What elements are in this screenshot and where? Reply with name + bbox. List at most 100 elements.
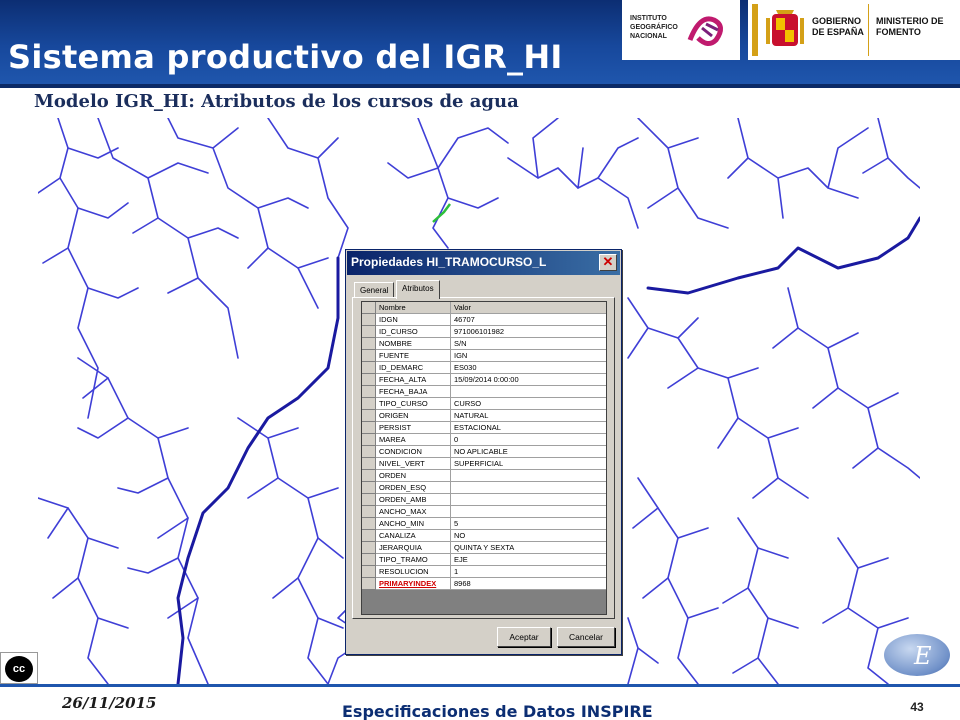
tab-general[interactable]: General <box>354 282 395 298</box>
attribute-name-cell: CONDICION <box>376 446 451 458</box>
attribute-name-cell: TIPO_CURSO <box>376 398 451 410</box>
attribute-name-cell: FECHA_BAJA <box>376 386 451 398</box>
attributes-panel: Nombre Valor IDGN 46707 ID_CURSO 9710061019… <box>352 297 615 619</box>
attribute-name-cell: NOMBRE <box>376 338 451 350</box>
page-number: 43 <box>910 700 924 714</box>
dialog-title: Propiedades HI_TRAMOCURSO_L <box>351 255 547 269</box>
attribute-value-cell[interactable]: 971006101982 <box>451 326 606 338</box>
row-handle[interactable] <box>362 506 376 518</box>
attribute-name-cell: PRIMARYINDEX <box>376 578 451 590</box>
attribute-name-cell: ORDEN_AMB <box>376 494 451 506</box>
attribute-value-cell[interactable]: NO APLICABLE <box>451 446 606 458</box>
footer-line <box>0 684 960 687</box>
attribute-name-cell: NIVEL_VERT <box>376 458 451 470</box>
tab-atributos[interactable]: Atributos <box>396 280 440 299</box>
attribute-name-cell: ORDEN <box>376 470 451 482</box>
ign-logo-text: INSTITUTO GEOGRÁFICO NACIONAL <box>630 15 678 40</box>
row-handle[interactable] <box>362 518 376 530</box>
attribute-name-cell: ID_CURSO <box>376 326 451 338</box>
row-handle[interactable] <box>362 338 376 350</box>
row-handle[interactable] <box>362 386 376 398</box>
logo-separator <box>868 4 869 56</box>
attribute-value-cell[interactable]: ES030 <box>451 362 606 374</box>
row-handle[interactable] <box>362 578 376 590</box>
attribute-name-cell: ANCHO_MAX <box>376 506 451 518</box>
row-handle[interactable] <box>362 566 376 578</box>
header-corner <box>362 302 376 314</box>
row-handle[interactable] <box>362 314 376 326</box>
row-handle[interactable] <box>362 362 376 374</box>
cancel-button[interactable]: Cancelar <box>557 627 615 647</box>
attribute-value-cell[interactable] <box>451 482 606 494</box>
row-handle[interactable] <box>362 434 376 446</box>
row-handle[interactable] <box>362 398 376 410</box>
attribute-value-cell[interactable]: 5 <box>451 518 606 530</box>
row-handle[interactable] <box>362 410 376 422</box>
row-handle[interactable] <box>362 326 376 338</box>
attribute-name-cell: CANALIZA <box>376 530 451 542</box>
selected-river-segment[interactable] <box>432 203 451 223</box>
attribute-name-cell: PERSIST <box>376 422 451 434</box>
row-handle[interactable] <box>362 458 376 470</box>
row-handle[interactable] <box>362 446 376 458</box>
creative-commons-badge: cc <box>0 652 38 684</box>
row-handle[interactable] <box>362 554 376 566</box>
attribute-name-cell: ANCHO_MIN <box>376 518 451 530</box>
footer-date: 26/11/2015 <box>62 694 157 712</box>
row-handle[interactable] <box>362 494 376 506</box>
attribute-name-cell: IDGN <box>376 314 451 326</box>
attribute-name-cell: ORDEN_ESQ <box>376 482 451 494</box>
gobierno-text: GOBIERNO DE ESPAÑA <box>812 16 864 37</box>
attribute-value-cell[interactable] <box>451 506 606 518</box>
attribute-value-cell[interactable] <box>451 470 606 482</box>
attribute-name-cell: RESOLUCION <box>376 566 451 578</box>
header-stripe <box>0 84 960 88</box>
attribute-value-cell[interactable]: 46707 <box>451 314 606 326</box>
attribute-name-cell: ID_DEMARC <box>376 362 451 374</box>
row-handle[interactable] <box>362 482 376 494</box>
footer-title: Especificaciones de Datos INSPIRE <box>342 702 653 720</box>
attribute-name-cell: FUENTE <box>376 350 451 362</box>
attribute-name-cell: FECHA_ALTA <box>376 374 451 386</box>
attribute-value-cell[interactable]: 1 <box>451 566 606 578</box>
column-header-value[interactable]: Valor <box>451 302 606 314</box>
attribute-value-cell[interactable]: EJE <box>451 554 606 566</box>
close-icon[interactable]: ✕ <box>599 254 617 271</box>
attribute-value-cell[interactable]: NATURAL <box>451 410 606 422</box>
attribute-value-cell[interactable] <box>451 386 606 398</box>
row-handle[interactable] <box>362 542 376 554</box>
attribute-value-cell[interactable] <box>451 494 606 506</box>
accept-button[interactable]: Aceptar <box>497 627 551 647</box>
column-header-name[interactable]: Nombre <box>376 302 451 314</box>
slide-title: Sistema productivo del IGR_HI <box>8 38 563 76</box>
ign-mark-icon <box>687 16 723 46</box>
attribute-value-cell[interactable]: ESTACIONAL <box>451 422 606 434</box>
attribute-value-cell[interactable]: 0 <box>451 434 606 446</box>
attribute-name-cell: TIPO_TRAMO <box>376 554 451 566</box>
table-header: Nombre Valor <box>362 302 606 314</box>
row-handle[interactable] <box>362 470 376 482</box>
attribute-value-cell[interactable]: NO <box>451 530 606 542</box>
row-handle[interactable] <box>362 422 376 434</box>
ministerio-text: MINISTERIO DE FOMENTO <box>876 16 944 37</box>
attribute-value-cell[interactable]: QUINTA Y SEXTA <box>451 542 606 554</box>
cc-icon: cc <box>5 656 33 682</box>
attribute-value-cell[interactable]: SUPERFICIAL <box>451 458 606 470</box>
dialog-titlebar[interactable]: Propiedades HI_TRAMOCURSO_L ✕ <box>347 251 620 275</box>
attribute-value-cell[interactable]: S/N <box>451 338 606 350</box>
coat-of-arms-icon <box>766 10 804 46</box>
attribute-name-cell: MAREA <box>376 434 451 446</box>
attribute-value-cell[interactable]: IGN <box>451 350 606 362</box>
attribute-value-cell[interactable]: CURSO <box>451 398 606 410</box>
inspire-logo: E <box>882 632 952 678</box>
flag-stripe <box>752 4 758 56</box>
row-handle[interactable] <box>362 530 376 542</box>
attribute-value-cell[interactable]: 15/09/2014 0:00:00 <box>451 374 606 386</box>
slide-subtitle: Modelo IGR_HI: Atributos de los cursos d… <box>34 91 519 112</box>
row-handle[interactable] <box>362 374 376 386</box>
attribute-table: Nombre Valor IDGN 46707 ID_CURSO 9710061019… <box>361 301 607 615</box>
attribute-value-cell[interactable]: 8968 <box>451 578 606 590</box>
inspire-letter: E <box>914 642 932 670</box>
row-handle[interactable] <box>362 350 376 362</box>
ign-logo: INSTITUTO GEOGRÁFICO NACIONAL <box>622 0 740 60</box>
